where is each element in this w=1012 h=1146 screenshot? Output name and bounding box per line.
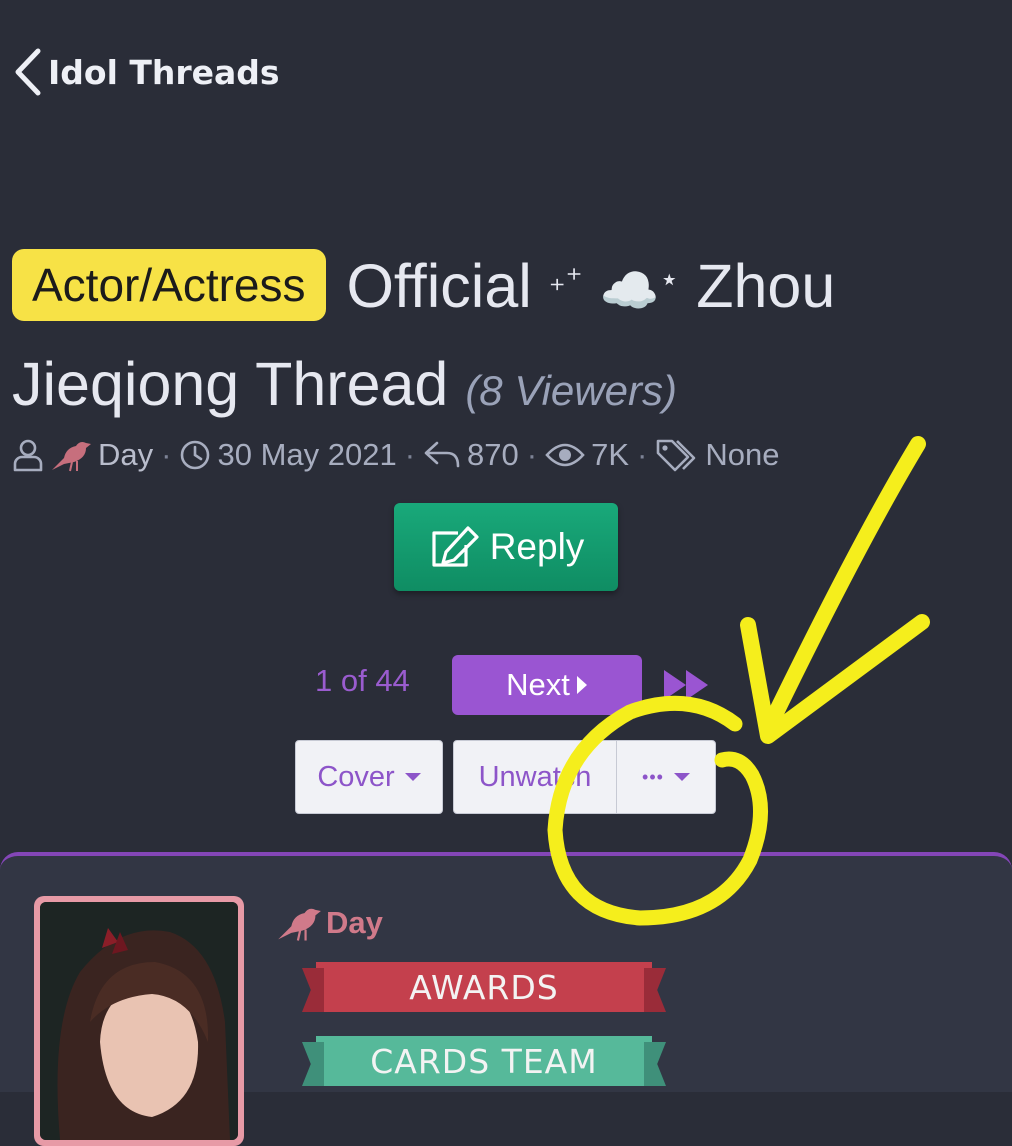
- fast-forward-icon: [664, 670, 708, 700]
- clock-icon: [181, 440, 210, 470]
- title-text-official: Official: [346, 252, 532, 320]
- avatar-portrait: [40, 902, 238, 1140]
- annotation-arrow-shaft: [762, 436, 926, 733]
- caret-right-icon: [576, 676, 587, 694]
- page-indicator[interactable]: 1 of 44: [315, 663, 410, 699]
- eye-icon: [545, 443, 585, 467]
- reply-button[interactable]: Reply: [394, 503, 618, 591]
- cloud-icon: ☁️: [599, 265, 660, 318]
- unwatch-button-label: Unwatch: [478, 760, 592, 793]
- chevron-left-icon: [15, 48, 41, 96]
- post-author-link[interactable]: Day: [276, 904, 383, 942]
- thread-date[interactable]: 30 May 2021: [217, 437, 396, 473]
- thread-prefix-badge[interactable]: Actor/Actress: [12, 248, 326, 321]
- avatar-frame[interactable]: [34, 896, 244, 1146]
- separator: ·: [526, 437, 538, 472]
- bird-icon: [278, 908, 321, 941]
- next-page-button[interactable]: Next: [452, 655, 642, 715]
- more-options-icon: •••: [642, 766, 664, 787]
- chevron-down-icon: [673, 773, 690, 781]
- star-icon: ⋆: [659, 260, 680, 297]
- cover-button[interactable]: Cover: [295, 740, 443, 814]
- last-page-button[interactable]: [662, 665, 712, 705]
- unwatch-button[interactable]: Unwatch: [453, 740, 617, 814]
- separator: ·: [637, 437, 648, 472]
- viewer-count: (8 Viewers): [465, 367, 677, 414]
- reply-count: 870: [467, 437, 519, 472]
- thread-meta: Day · 30 May 2021 · 870 · 7K · None: [12, 432, 779, 478]
- user-icon: [13, 439, 43, 472]
- more-options-button[interactable]: •••: [616, 740, 716, 814]
- sparkle-icon: ₊⁺: [548, 260, 583, 297]
- chevron-down-icon: [404, 773, 421, 781]
- tags-icon: [657, 439, 696, 472]
- cards-team-banner[interactable]: CARDS TEAM: [316, 1036, 652, 1086]
- reply-arrow-icon: [424, 441, 460, 468]
- separator: ·: [404, 437, 416, 472]
- annotation-arrow-head: [740, 614, 930, 744]
- cover-button-label: Cover: [317, 760, 395, 793]
- edit-icon: [432, 526, 479, 567]
- bird-icon: [52, 442, 91, 472]
- view-count: 7K: [591, 437, 630, 472]
- thread-tags[interactable]: None: [705, 437, 779, 473]
- separator: ·: [161, 437, 172, 472]
- next-button-label: Next: [506, 667, 570, 702]
- back-link[interactable]: Idol Threads: [12, 44, 280, 100]
- reply-button-label: Reply: [489, 526, 585, 567]
- back-link-label: Idol Threads: [48, 52, 280, 92]
- post-author-name: Day: [326, 905, 383, 940]
- awards-banner[interactable]: AWARDS: [316, 962, 652, 1012]
- post-card: Day AWARDS CARDS TEAM: [0, 852, 1012, 1146]
- avatar: [40, 902, 238, 1140]
- thread-title: Actor/Actress Official ₊⁺ ☁️⋆ Zhou Jieqi…: [12, 240, 992, 437]
- thread-author[interactable]: Day: [98, 437, 153, 473]
